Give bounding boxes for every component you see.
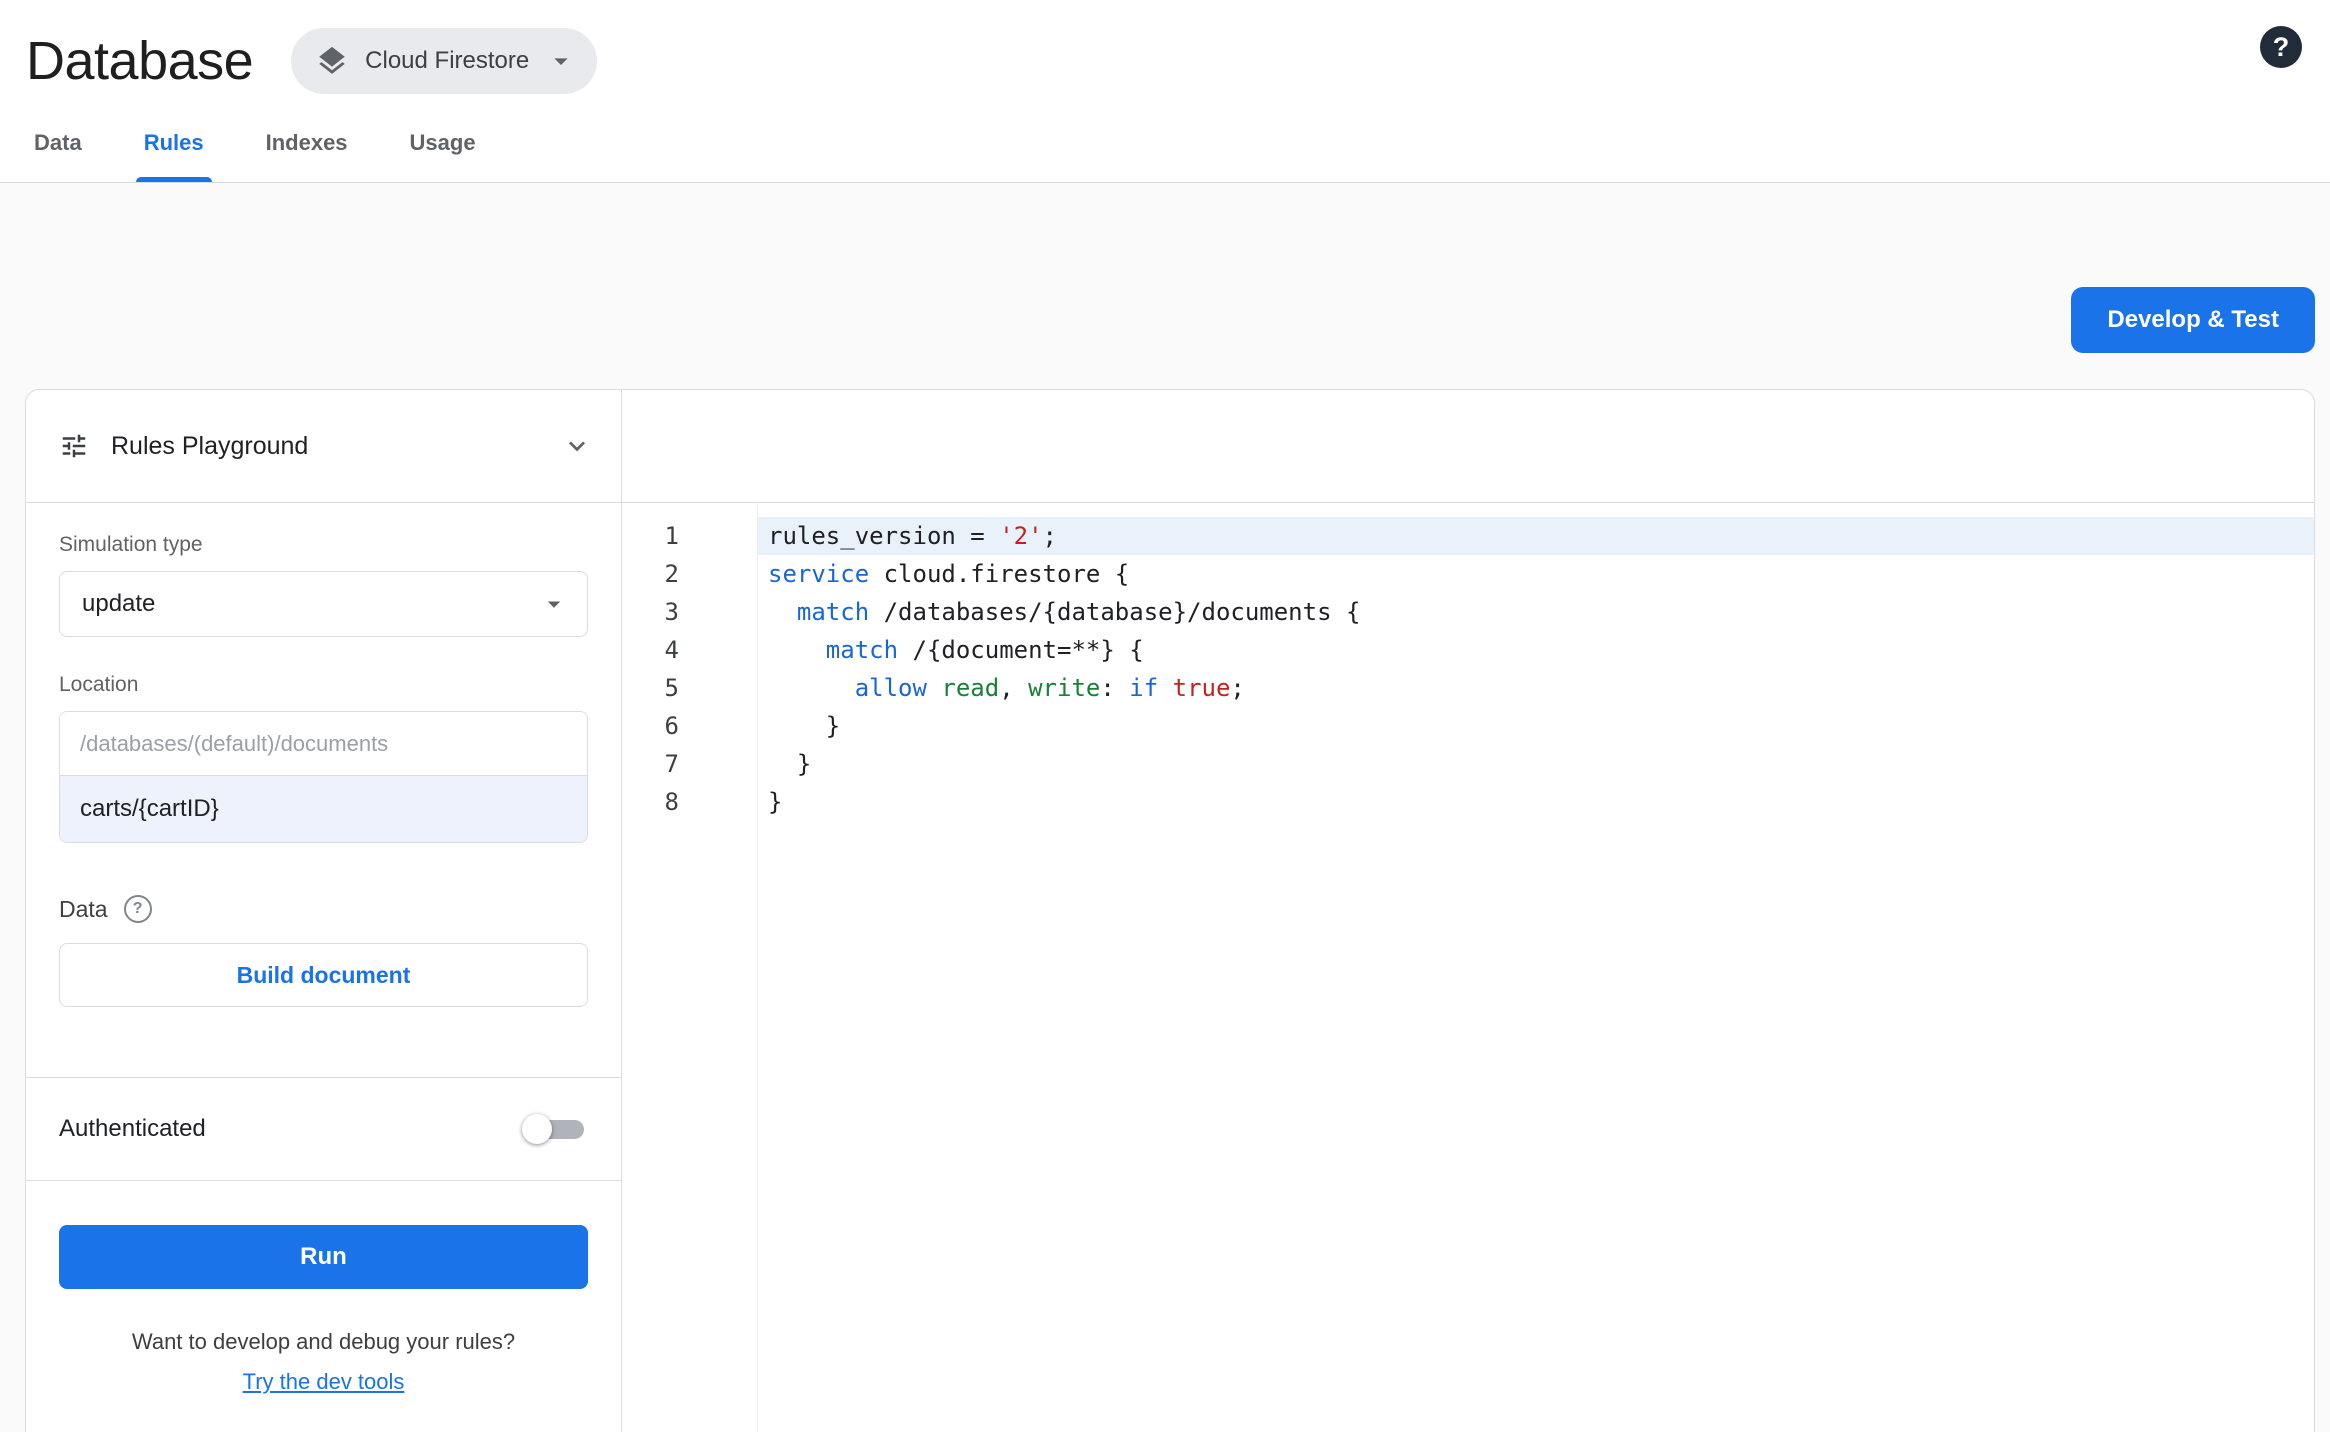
develop-test-button[interactable]: Develop & Test [2071, 287, 2315, 353]
collapse-chevron-icon[interactable] [561, 430, 593, 462]
tab-indexes[interactable]: Indexes [258, 130, 356, 182]
rules-workbench: Rules Playground Simulation type update … [25, 389, 2315, 1432]
line-number: 1 [664, 522, 679, 550]
playground-title: Rules Playground [111, 431, 309, 460]
tab-bar: Data Rules Indexes Usage [0, 108, 2330, 183]
location-group: /databases/(default)/documents [59, 711, 588, 843]
content: Develop & Test Rules Playground Simulati… [0, 287, 2330, 1432]
app-header: Database Cloud Firestore ? Data Rules In… [0, 0, 2330, 183]
authenticated-toggle[interactable] [522, 1112, 588, 1146]
line-number: 4 [664, 636, 679, 664]
code-line[interactable]: allow read, write: if true; [758, 669, 2314, 707]
help-button[interactable]: ? [2260, 26, 2302, 68]
code-line[interactable]: } [758, 783, 2314, 821]
code-line[interactable]: rules_version = '2'; [758, 517, 2314, 555]
tab-usage[interactable]: Usage [402, 130, 484, 182]
editor-code[interactable]: rules_version = '2'; service cloud.firest… [758, 503, 2314, 1432]
question-mark-icon: ? [2272, 31, 2290, 62]
firestore-icon [315, 44, 349, 78]
tab-data[interactable]: Data [26, 130, 90, 182]
code-line[interactable]: match /databases/{database}/documents { [758, 593, 2314, 631]
line-number: 8 [664, 788, 679, 816]
authenticated-label: Authenticated [59, 1115, 206, 1142]
select-caret-icon [539, 589, 569, 619]
toggle-thumb [522, 1114, 552, 1144]
line-number: 3 [664, 598, 679, 626]
run-button[interactable]: Run [59, 1225, 588, 1289]
code-line[interactable]: } [758, 745, 2314, 783]
playground-header[interactable]: Rules Playground [26, 390, 621, 503]
build-document-button[interactable]: Build document [59, 943, 588, 1007]
simulation-type-select[interactable]: update [59, 571, 588, 637]
tune-icon [59, 431, 89, 461]
location-prefix: /databases/(default)/documents [60, 712, 587, 776]
simulation-type-label: Simulation type [59, 533, 203, 556]
editor-gutter: 1 2 3 4 5 6 7 8 [622, 503, 758, 1432]
line-number: 5 [664, 674, 679, 702]
code-line[interactable]: } [758, 707, 2314, 745]
data-help-icon[interactable]: ? [123, 895, 152, 923]
line-number: 2 [664, 560, 679, 588]
rules-editor: 1 2 3 4 5 6 7 8 rules_version = '2'; service clo… [622, 390, 2314, 1432]
chevron-down-icon [545, 45, 577, 77]
rules-playground-panel: Rules Playground Simulation type update … [26, 390, 622, 1432]
simulation-type-value: update [82, 590, 156, 617]
code-line[interactable]: service cloud.firestore { [758, 555, 2314, 593]
dev-tools-prompt: Want to develop and debug your rules? [131, 1329, 516, 1354]
location-input[interactable] [60, 776, 587, 842]
code-line[interactable]: match /{document=**} { [758, 631, 2314, 669]
tab-rules[interactable]: Rules [135, 130, 212, 182]
editor-toolbar [622, 390, 2314, 503]
line-number: 7 [664, 750, 679, 778]
location-label: Location [59, 673, 139, 696]
dev-tools-link[interactable]: Try the dev tools [243, 1369, 405, 1395]
data-label: Data [59, 895, 108, 922]
line-number: 6 [664, 712, 679, 740]
page-title: Database [26, 31, 254, 91]
product-selector-label: Cloud Firestore [365, 47, 530, 74]
product-selector[interactable]: Cloud Firestore [291, 28, 598, 94]
